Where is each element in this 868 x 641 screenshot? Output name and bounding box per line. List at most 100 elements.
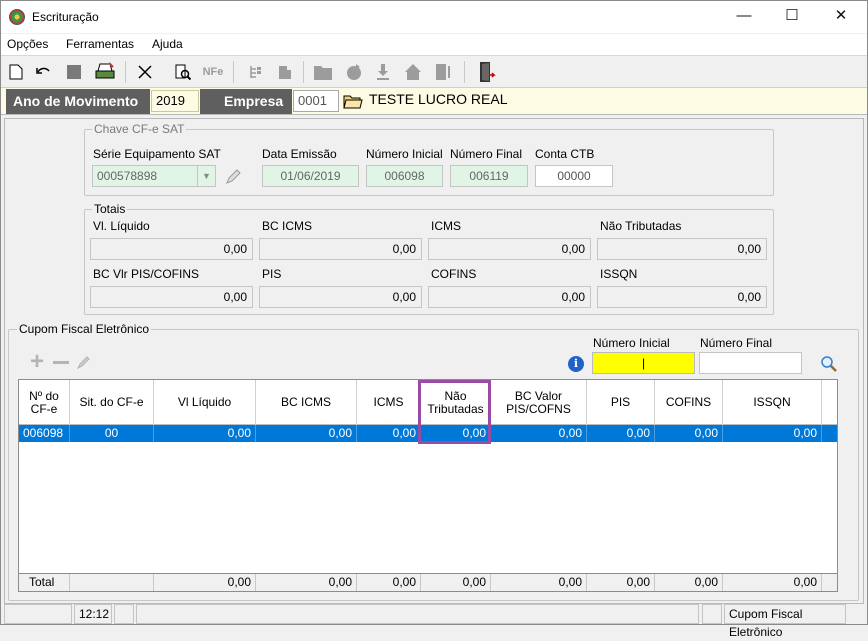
column-header-bc-valor-pis-cofins[interactable]: BC Valor PIS/COFNS (491, 380, 587, 425)
remove-icon[interactable] (49, 350, 73, 374)
window: Escrituração — ☐ ✕ Opções Ferramentas Aj… (0, 0, 868, 639)
column-header-vl-liquido[interactable]: Vl Líquido (154, 380, 256, 425)
ano-movimento-label: Ano de Movimento (6, 89, 150, 114)
pis-field: 0,00 (259, 286, 422, 308)
edit-icon[interactable] (72, 350, 96, 374)
bc-icms-field: 0,00 (259, 238, 422, 260)
pis-label: PIS (262, 267, 282, 281)
app-icon (9, 9, 25, 25)
chave-num-final-field[interactable]: 006119 (450, 165, 528, 187)
footer-vl-liquido: 0,00 (154, 574, 256, 591)
data-emissao-label: Data Emissão (262, 147, 337, 161)
preview-icon[interactable] (171, 60, 195, 84)
menu-bar: Opções Ferramentas Ajuda (1, 34, 867, 56)
print-icon[interactable] (93, 60, 117, 84)
cupom-num-final-label: Número Final (700, 336, 773, 350)
chave-num-final-label: Número Final (450, 147, 523, 161)
vl-liquido-label: Vl. Líquido (93, 219, 150, 233)
edit-pencil-icon[interactable] (221, 165, 245, 189)
empresa-label: Empresa (200, 89, 292, 114)
serie-select[interactable]: 000578898 ▼ (92, 165, 216, 187)
cell-num-cfe: 006098 (19, 425, 70, 442)
cofins-label: COFINS (431, 267, 477, 281)
footer-pis: 0,00 (587, 574, 655, 591)
menu-ajuda[interactable]: Ajuda (152, 37, 183, 51)
chevron-down-icon: ▼ (197, 166, 215, 186)
cofins-field: 0,00 (428, 286, 591, 308)
title-bar: Escrituração — ☐ ✕ (1, 1, 867, 33)
minimize-button[interactable]: — (721, 1, 767, 33)
chave-cfe-sat-group: Chave CF-e SAT Série Equipamento SAT 000… (84, 122, 774, 196)
footer-bc-icms: 0,00 (256, 574, 357, 591)
add-icon[interactable]: + (25, 350, 49, 374)
open-folder-icon[interactable] (341, 89, 365, 113)
import-icon[interactable] (273, 60, 297, 84)
cell-bc-icms: 0,00 (256, 425, 357, 442)
status-panel-small-2 (702, 604, 722, 624)
maximize-button[interactable]: ☐ (769, 1, 815, 33)
nfe-icon[interactable]: NFe (201, 60, 225, 84)
house-icon[interactable] (401, 60, 425, 84)
cell-vl-liquido: 0,00 (154, 425, 256, 442)
info-icon[interactable]: i (564, 352, 588, 376)
chave-num-inicial-label: Número Inicial (366, 147, 443, 161)
conta-ctb-label: Conta CTB (535, 147, 595, 161)
vl-liquido-field: 0,00 (90, 238, 253, 260)
footer-issqn: 0,00 (723, 574, 822, 591)
folder-icon[interactable] (311, 60, 335, 84)
delete-icon[interactable] (133, 60, 157, 84)
column-header-icms[interactable]: ICMS (357, 380, 421, 425)
toolbar-separator (125, 61, 126, 83)
undo-icon[interactable] (32, 60, 56, 84)
column-header-num-cfe[interactable]: Nº do CF-e (19, 380, 70, 425)
icms-label: ICMS (431, 219, 461, 233)
refresh-icon[interactable] (342, 60, 366, 84)
status-module: Cupom Fiscal Eletrônico (724, 604, 846, 639)
exit-door-icon[interactable] (475, 60, 499, 84)
tree-icon[interactable] (244, 60, 268, 84)
bc-icms-label: BC ICMS (262, 219, 313, 233)
cupom-num-inicial-field[interactable]: | (592, 352, 695, 374)
serie-value: 000578898 (97, 169, 158, 183)
cupom-fiscal-legend: Cupom Fiscal Eletrônico (17, 322, 152, 336)
cell-bc-valor-pis-cofins: 0,00 (491, 425, 587, 442)
issqn-label: ISSQN (600, 267, 638, 281)
filter-bar: Ano de Movimento 2019 Empresa 0001 TESTE… (1, 88, 867, 115)
document-icon[interactable] (431, 60, 455, 84)
stop-icon[interactable] (62, 60, 86, 84)
search-icon[interactable] (817, 352, 841, 376)
column-header-bc-icms[interactable]: BC ICMS (256, 380, 357, 425)
cell-issqn: 0,00 (723, 425, 822, 442)
toolbar-separator (303, 61, 304, 83)
conta-ctb-field[interactable]: 00000 (535, 165, 613, 187)
column-header-pis[interactable]: PIS (587, 380, 655, 425)
download-icon[interactable] (371, 60, 395, 84)
totais-legend: Totais (92, 202, 128, 216)
footer-cofins: 0,00 (655, 574, 723, 591)
toolbar-separator (233, 61, 234, 83)
close-button[interactable]: ✕ (818, 1, 864, 33)
column-header-sit-cfe[interactable]: Sit. do CF-e (70, 380, 154, 425)
menu-ferramentas[interactable]: Ferramentas (66, 37, 134, 51)
toolbar: NFe (1, 57, 867, 88)
footer-total-label: Total (19, 574, 70, 591)
ano-movimento-field[interactable]: 2019 (151, 90, 199, 112)
new-document-icon[interactable] (4, 60, 28, 84)
totais-group: Totais Vl. Líquido 0,00 BC ICMS 0,00 ICM… (84, 202, 774, 315)
column-header-cofins[interactable]: COFINS (655, 380, 723, 425)
cell-icms: 0,00 (357, 425, 421, 442)
footer-nao-tributadas: 0,00 (421, 574, 491, 591)
empresa-name: TESTE LUCRO REAL (369, 91, 508, 107)
column-header-issqn[interactable]: ISSQN (723, 380, 822, 425)
cell-sit-cfe: 00 (70, 425, 154, 442)
cupom-num-final-field[interactable] (699, 352, 802, 374)
empresa-code-field[interactable]: 0001 (293, 90, 339, 112)
serie-label: Série Equipamento SAT (93, 147, 221, 161)
main-panel: Chave CF-e SAT Série Equipamento SAT 000… (4, 118, 864, 604)
status-bar: 12:12 Cupom Fiscal Eletrônico (1, 604, 867, 639)
data-emissao-field[interactable]: 01/06/2019 (262, 165, 359, 187)
chave-num-inicial-field[interactable]: 006098 (366, 165, 443, 187)
issqn-field: 0,00 (597, 286, 767, 308)
highlight-box (418, 380, 491, 444)
menu-opcoes[interactable]: Opções (7, 37, 48, 51)
